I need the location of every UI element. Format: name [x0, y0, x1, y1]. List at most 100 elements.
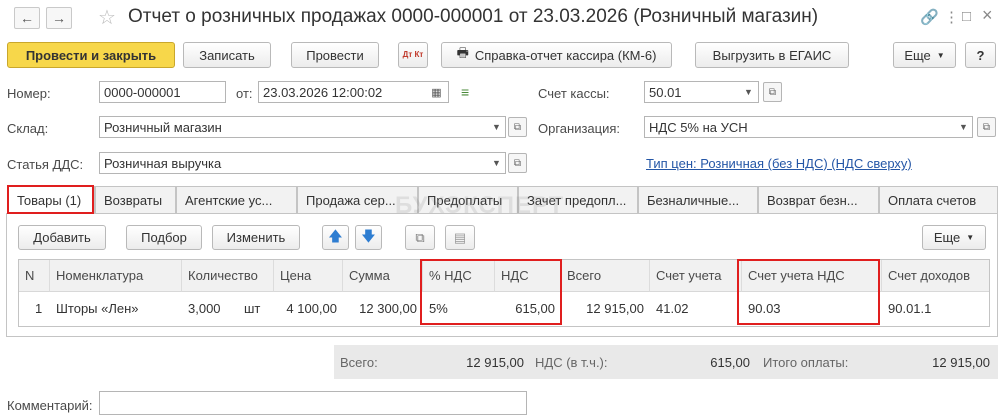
- number-field[interactable]: 0000-000001: [99, 81, 226, 103]
- post-button[interactable]: Провести: [291, 42, 379, 68]
- save-button[interactable]: Записать: [183, 42, 271, 68]
- copy-icon: ⧉: [415, 229, 425, 245]
- edit-button[interactable]: Изменить: [212, 225, 300, 250]
- open-icon[interactable]: ⧉: [508, 153, 527, 173]
- cashier-report-label: Справка-отчет кассира (КМ-6): [474, 47, 657, 63]
- help-icon: ?: [976, 47, 985, 63]
- egais-export-button[interactable]: Выгрузить в ЕГАИС: [695, 42, 849, 68]
- payment-total-value: 12 915,00: [932, 355, 990, 370]
- calendar-icon[interactable]: ▦: [428, 81, 445, 103]
- chevron-down-icon: ▼: [936, 50, 945, 60]
- col-header-item[interactable]: Номенклатура: [50, 260, 182, 292]
- arrow-up-icon: 🡅: [328, 227, 343, 244]
- cell-price: 4 100,00: [286, 301, 337, 316]
- organization-label: Организация:: [538, 121, 621, 136]
- debit-credit-icon: Дт Кт: [402, 50, 424, 59]
- chevron-down-icon[interactable]: ▼: [488, 116, 505, 138]
- post-label: Провести: [306, 47, 364, 63]
- open-icon[interactable]: ⧉: [763, 82, 782, 102]
- page-title: Отчет о розничных продажах 0000-000001 о…: [128, 6, 819, 27]
- post-and-close-label: Провести и закрыть: [25, 47, 157, 63]
- organization-field[interactable]: НДС 5% на УСН: [644, 116, 973, 138]
- tab-agent[interactable]: Агентские ус...: [176, 186, 297, 214]
- total-label: Всего:: [340, 355, 378, 370]
- tab-returns[interactable]: Возвраты: [95, 186, 176, 214]
- vat-total-value: 615,00: [710, 355, 750, 370]
- col-header-income-account[interactable]: Счет доходов: [882, 260, 989, 292]
- more-vertical-icon[interactable]: ⋮: [944, 8, 959, 26]
- move-down-button[interactable]: 🡇: [355, 225, 382, 250]
- cell-item: Шторы «Лен»: [56, 301, 139, 316]
- more-button[interactable]: Еще ▼: [893, 42, 956, 68]
- favorite-star-icon[interactable]: ☆: [98, 5, 116, 30]
- col-header-total[interactable]: Всего: [561, 260, 650, 292]
- cell-unit: шт: [244, 301, 261, 316]
- tab-cashless-return[interactable]: Возврат безн...: [758, 186, 879, 214]
- date-label: от:: [236, 86, 253, 101]
- number-label: Номер:: [7, 86, 51, 101]
- chevron-down-icon[interactable]: ▼: [955, 116, 972, 138]
- comment-field[interactable]: [99, 391, 527, 415]
- comment-label: Комментарий:: [7, 398, 93, 413]
- open-icon[interactable]: ⧉: [508, 117, 527, 137]
- tab-cashless[interactable]: Безналичные...: [638, 186, 758, 214]
- add-label: Добавить: [33, 230, 91, 245]
- warehouse-label: Склад:: [7, 121, 49, 136]
- col-header-account[interactable]: Счет учета: [650, 260, 742, 292]
- document-status-icon[interactable]: ≡: [461, 84, 469, 100]
- help-button[interactable]: ?: [965, 42, 996, 68]
- table-more-label: Еще: [933, 230, 961, 245]
- warehouse-field[interactable]: Розничный магазин: [99, 116, 506, 138]
- paste-button[interactable]: ▤: [445, 225, 475, 250]
- price-type-link[interactable]: Тип цен: Розничная (без НДС) (НДС сверху…: [646, 156, 912, 171]
- egais-export-label: Выгрузить в ЕГАИС: [712, 47, 832, 63]
- post-and-close-button[interactable]: Провести и закрыть: [7, 42, 175, 68]
- date-field[interactable]: 23.03.2026 12:00:02: [258, 81, 449, 103]
- forward-button[interactable]: →: [46, 7, 72, 29]
- cell-account: 41.02: [656, 301, 689, 316]
- totals-bar: Всего: 12 915,00 НДС (в т.ч.): 615,00 Ит…: [334, 345, 998, 379]
- cell-sum: 12 300,00: [359, 301, 417, 316]
- highlight-vat-account-column: [737, 259, 880, 325]
- dds-field[interactable]: Розничная выручка: [99, 152, 506, 174]
- add-button[interactable]: Добавить: [18, 225, 106, 250]
- highlight-goods-tab: [7, 185, 94, 214]
- dds-label: Статья ДДС:: [7, 157, 84, 172]
- cell-total: 12 915,00: [586, 301, 644, 316]
- col-header-sum[interactable]: Сумма: [343, 260, 423, 292]
- col-header-n[interactable]: N: [19, 260, 50, 292]
- close-icon[interactable]: ×: [982, 5, 993, 26]
- open-icon[interactable]: ⧉: [977, 117, 996, 137]
- highlight-vat-columns: [420, 259, 562, 325]
- arrow-right-icon: →: [52, 10, 66, 26]
- cell-n: 1: [35, 301, 43, 316]
- cell-qty: 3,000: [188, 301, 221, 316]
- payment-total-label: Итого оплаты:: [763, 355, 849, 370]
- chevron-down-icon: ▼: [966, 233, 975, 242]
- back-button[interactable]: ←: [14, 7, 40, 29]
- vat-total-label: НДС (в т.ч.):: [535, 355, 608, 370]
- select-label: Подбор: [141, 230, 187, 245]
- edit-label: Изменить: [226, 230, 286, 245]
- link-icon[interactable]: 🔗: [920, 8, 939, 26]
- cell-income-account: 90.01.1: [888, 301, 932, 316]
- tab-invoice-payment[interactable]: Оплата счетов: [879, 186, 998, 214]
- more-label: Еще: [904, 47, 931, 63]
- col-header-price[interactable]: Цена: [274, 260, 343, 292]
- copy-button[interactable]: ⧉: [405, 225, 435, 250]
- save-label: Записать: [199, 47, 255, 63]
- total-value: 12 915,00: [466, 355, 524, 370]
- paste-icon: ▤: [453, 229, 467, 245]
- debit-credit-button[interactable]: Дт Кт: [398, 42, 428, 68]
- cashier-report-button[interactable]: 🖶 Справка-отчет кассира (КМ-6): [441, 42, 672, 68]
- arrow-down-icon: 🡇: [361, 227, 376, 244]
- cash-account-label: Счет кассы:: [538, 86, 610, 101]
- col-header-qty[interactable]: Количество: [182, 260, 274, 292]
- chevron-down-icon[interactable]: ▼: [488, 152, 505, 174]
- move-up-button[interactable]: 🡅: [322, 225, 349, 250]
- table-more-button[interactable]: Еще ▼: [922, 225, 986, 250]
- restore-window-icon[interactable]: □: [962, 8, 971, 25]
- chevron-down-icon[interactable]: ▼: [740, 81, 757, 103]
- select-button[interactable]: Подбор: [126, 225, 202, 250]
- arrow-left-icon: ←: [20, 10, 34, 26]
